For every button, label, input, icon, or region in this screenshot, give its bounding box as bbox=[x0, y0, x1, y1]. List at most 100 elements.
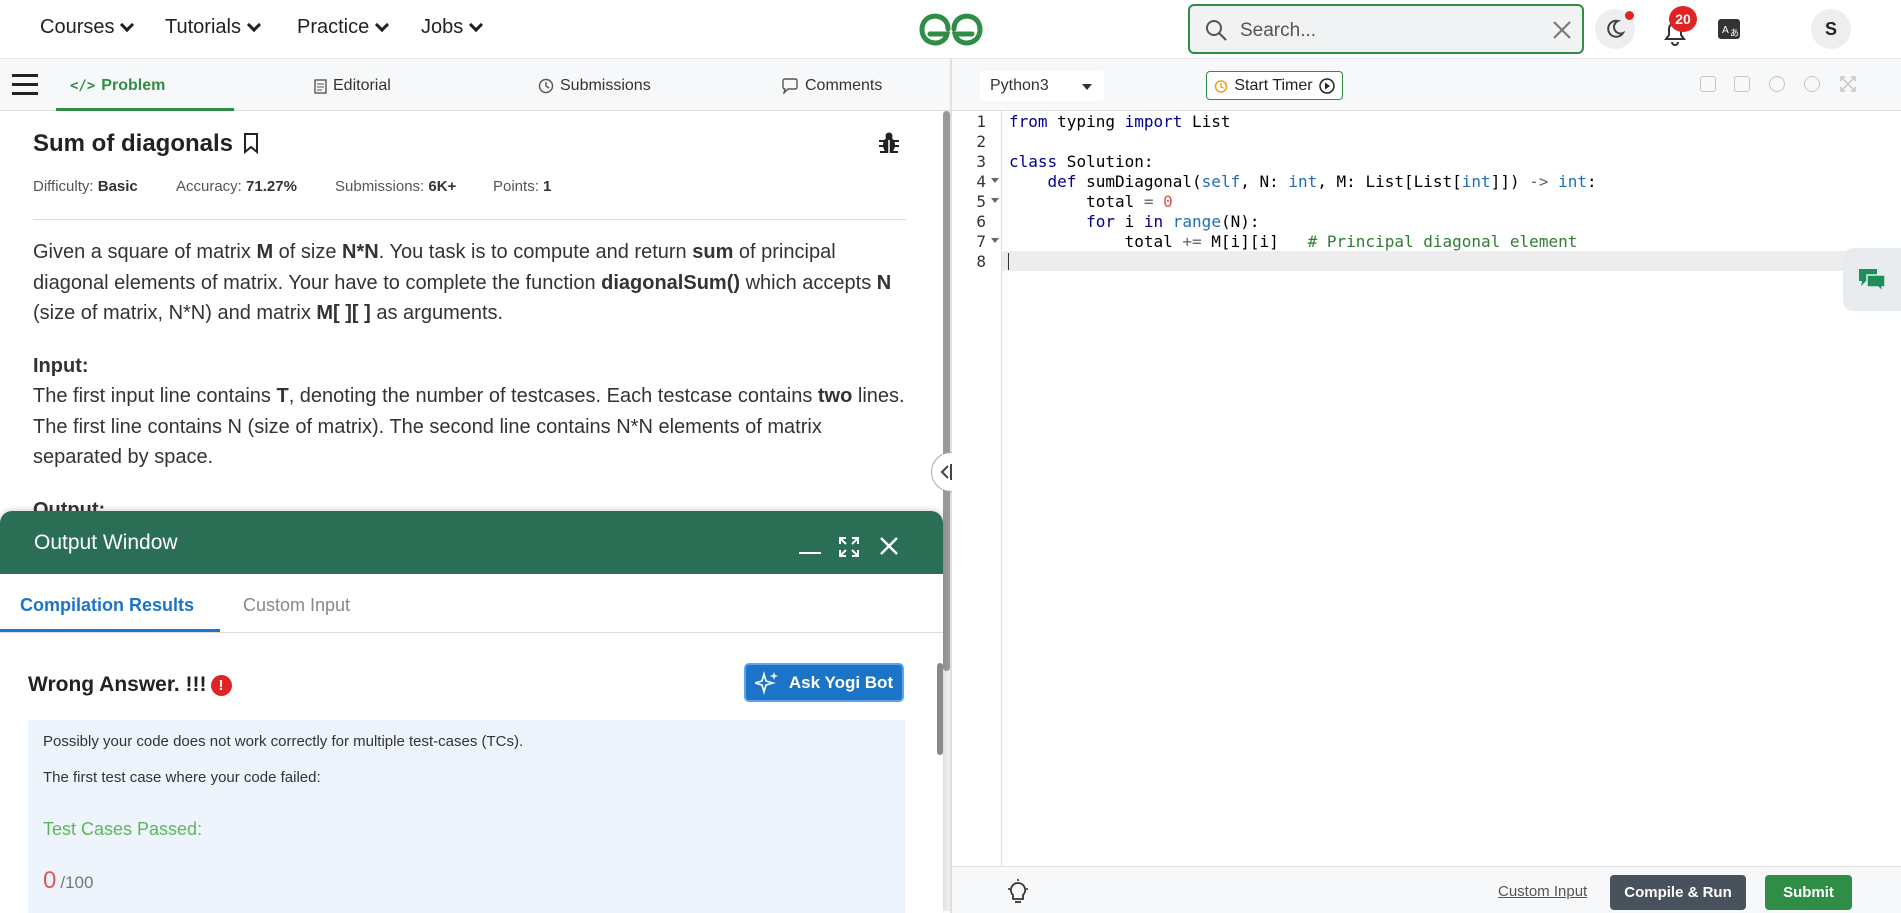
language-select[interactable]: Python3 bbox=[980, 71, 1104, 101]
tab-submissions[interactable]: Submissions bbox=[538, 77, 651, 95]
desc-text: as arguments. bbox=[370, 302, 504, 324]
test-cases-passed-label: Test Cases Passed: bbox=[43, 819, 203, 839]
code-line[interactable]: class Solution: bbox=[1009, 152, 1154, 171]
clear-icon[interactable] bbox=[1553, 21, 1571, 39]
code-token: int bbox=[1558, 172, 1588, 191]
fold-arrow-icon[interactable] bbox=[991, 238, 999, 243]
tab-editorial[interactable]: Editorial bbox=[314, 77, 391, 95]
settings-icon[interactable] bbox=[1769, 76, 1785, 92]
bookmark-icon[interactable] bbox=[243, 132, 259, 155]
problem-description: Given a square of matrix M of size N*N. … bbox=[33, 237, 913, 329]
lightbulb-icon[interactable] bbox=[1006, 879, 1030, 905]
start-timer-label: Start Timer bbox=[1234, 76, 1313, 94]
line-number: 2 bbox=[976, 132, 986, 151]
code-line[interactable]: for i in range(N): bbox=[1009, 212, 1259, 231]
text-cursor bbox=[1008, 253, 1009, 270]
output-window-header: Output Window bbox=[0, 511, 943, 574]
minimize-icon[interactable] bbox=[798, 541, 822, 555]
input-text: The first input line contains bbox=[33, 385, 277, 407]
code-token: (N): bbox=[1220, 212, 1260, 231]
difficulty-meta: Difficulty: Basic bbox=[33, 178, 138, 195]
code-line[interactable]: def sumDiagonal(self, N: int, M: List[Li… bbox=[1009, 172, 1597, 191]
language-selected: Python3 bbox=[990, 77, 1049, 94]
output-scrollbar-thumb[interactable] bbox=[937, 663, 943, 755]
copy-icon[interactable] bbox=[1700, 76, 1716, 92]
gfg-logo[interactable] bbox=[912, 8, 990, 50]
search-input[interactable]: Search... bbox=[1240, 20, 1316, 42]
passed-count: 0 bbox=[43, 867, 57, 894]
svg-text:A: A bbox=[1722, 25, 1729, 36]
code-token: = bbox=[1143, 192, 1154, 211]
dark-mode-toggle[interactable] bbox=[1595, 9, 1635, 49]
code-token: for bbox=[1086, 212, 1115, 231]
report-bug-icon[interactable] bbox=[878, 131, 900, 155]
code-icon: </> bbox=[70, 78, 96, 94]
start-timer-button[interactable]: Start Timer bbox=[1206, 71, 1343, 100]
fold-arrow-icon[interactable] bbox=[991, 198, 999, 203]
code-token: from bbox=[1009, 112, 1048, 131]
output-heading: Output: bbox=[33, 499, 106, 511]
test-cases-score: 0/100 bbox=[43, 867, 93, 895]
code-line[interactable]: total = 0 bbox=[1009, 192, 1173, 211]
desc-text: . You task is to compute and return bbox=[378, 241, 693, 263]
tab-comments[interactable]: Comments bbox=[781, 77, 882, 95]
line-number: 6 bbox=[976, 212, 986, 231]
tab-problem-label: Problem bbox=[101, 77, 166, 94]
chat-icon bbox=[1859, 268, 1886, 293]
code-token: class bbox=[1009, 152, 1058, 171]
search-box[interactable]: Search... bbox=[1188, 4, 1584, 54]
desc-text: of size bbox=[273, 241, 343, 263]
code-token: M[i][i] bbox=[1201, 232, 1308, 251]
notifications-button[interactable]: 20 bbox=[1658, 6, 1697, 48]
custom-input-link[interactable]: Custom Input bbox=[1498, 883, 1587, 900]
nav-tutorials[interactable]: Tutorials bbox=[165, 16, 262, 39]
points-label: Points: bbox=[493, 178, 539, 195]
menu-icon[interactable] bbox=[12, 73, 38, 97]
chevron-down-icon bbox=[120, 17, 135, 32]
clock-icon bbox=[538, 78, 554, 94]
code-line[interactable]: from typing import List bbox=[1009, 112, 1231, 131]
desc-bold: M[ ][ ] bbox=[316, 302, 371, 324]
tab-custom-input[interactable]: Custom Input bbox=[243, 595, 350, 616]
chat-button[interactable] bbox=[1843, 248, 1901, 311]
code-token: typing bbox=[1047, 112, 1125, 131]
tab-compilation-results[interactable]: Compilation Results bbox=[20, 595, 194, 616]
fold-arrow-icon[interactable] bbox=[991, 178, 999, 183]
code-token: in bbox=[1143, 212, 1164, 231]
code-line[interactable]: total += M[i][i] # Principal diagonal el… bbox=[1009, 232, 1578, 251]
code-token: ]]) bbox=[1490, 172, 1530, 191]
nav-courses-label: Courses bbox=[40, 16, 115, 38]
desc-bold: N*N bbox=[342, 241, 379, 263]
chevron-down-icon bbox=[375, 17, 390, 32]
line-number: 4 bbox=[976, 172, 986, 191]
nav-practice[interactable]: Practice bbox=[297, 16, 390, 39]
failure-details: Possibly your code does not work correct… bbox=[28, 720, 905, 913]
code-token: total bbox=[1009, 232, 1183, 251]
desc-text: which accepts bbox=[740, 271, 877, 294]
notification-dot bbox=[1625, 11, 1634, 20]
moon-icon bbox=[1607, 19, 1625, 38]
svg-text:あ: あ bbox=[1730, 28, 1739, 39]
avatar[interactable]: S bbox=[1811, 9, 1851, 49]
compile-run-button[interactable]: Compile & Run bbox=[1610, 875, 1746, 910]
input-bold: two bbox=[817, 385, 853, 407]
nav-jobs[interactable]: Jobs bbox=[421, 16, 484, 39]
desc-text: Given a square of matrix bbox=[33, 241, 257, 263]
ask-yogi-bot-button[interactable]: Ask Yogi Bot bbox=[744, 663, 904, 702]
nav-courses[interactable]: Courses bbox=[40, 16, 135, 39]
line-number: 3 bbox=[976, 152, 986, 171]
import-icon[interactable] bbox=[1734, 76, 1750, 92]
expand-icon[interactable] bbox=[838, 536, 860, 558]
problem-scrollbar-thumb[interactable] bbox=[943, 111, 950, 671]
tab-problem[interactable]: </> Problem bbox=[70, 77, 165, 95]
editor-footer bbox=[952, 866, 1901, 913]
close-icon[interactable] bbox=[879, 536, 899, 556]
reset-icon[interactable] bbox=[1804, 76, 1820, 92]
code-token: total bbox=[1009, 192, 1144, 211]
submit-button[interactable]: Submit bbox=[1765, 875, 1852, 910]
desc-bold: N bbox=[876, 271, 892, 294]
fullscreen-icon[interactable] bbox=[1839, 75, 1857, 93]
language-button[interactable]: Aあ bbox=[1716, 16, 1742, 42]
desc-bold: diagonalSum() bbox=[601, 271, 741, 294]
code-token: List bbox=[1182, 112, 1231, 131]
